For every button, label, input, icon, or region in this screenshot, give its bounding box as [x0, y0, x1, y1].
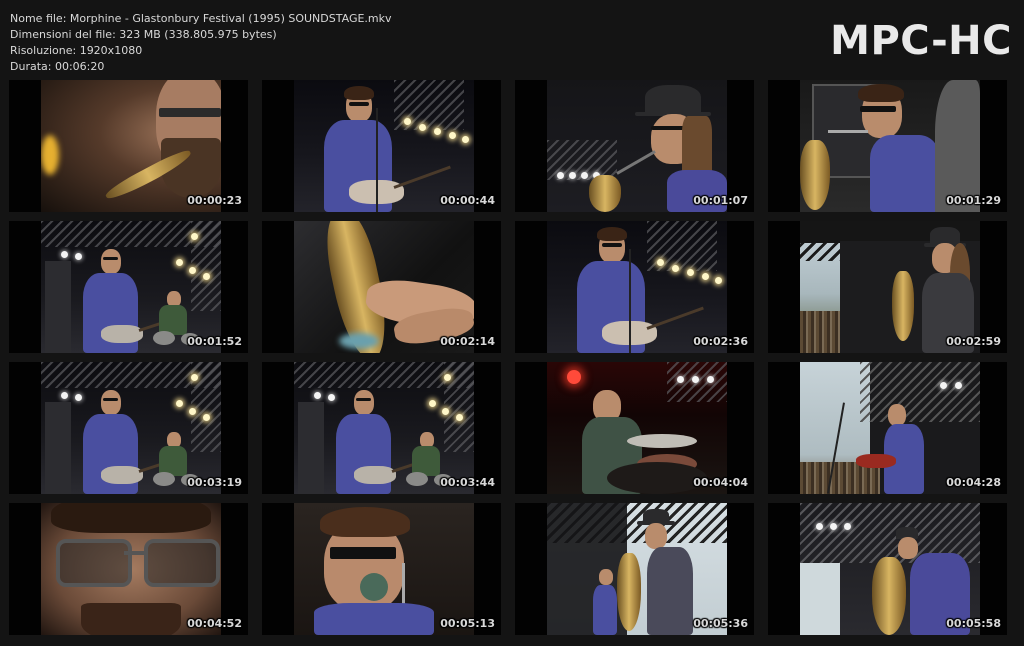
timestamp-label: 00:01:52 — [187, 335, 242, 348]
video-thumbnail: 00:04:28 — [768, 362, 1007, 494]
file-duration: Durata: 00:06:20 — [10, 60, 105, 73]
video-thumbnail: 00:04:04 — [515, 362, 754, 494]
timestamp-label: 00:05:58 — [946, 617, 1001, 630]
file-info: Nome file: Morphine - Glastonbury Festiv… — [10, 11, 392, 75]
timestamp-label: 00:03:19 — [187, 476, 242, 489]
video-thumbnail: 00:04:52 — [9, 503, 248, 635]
brand-logo: MPC-HC — [830, 18, 1012, 64]
video-frame — [800, 80, 980, 212]
video-frame — [41, 503, 221, 635]
timestamp-label: 00:01:29 — [946, 194, 1001, 207]
timestamp-label: 00:04:28 — [946, 476, 1001, 489]
video-frame — [294, 503, 474, 635]
video-thumbnail: 00:02:36 — [515, 221, 754, 353]
timestamp-label: 00:04:04 — [693, 476, 748, 489]
timestamp-label: 00:02:14 — [440, 335, 495, 348]
video-frame — [41, 362, 221, 494]
video-thumbnail: 00:05:36 — [515, 503, 754, 635]
thumbnail-grid: 00:00:23 00:00:44 00:01:07 00:01:29 00:0… — [9, 80, 1017, 635]
video-thumbnail: 00:00:44 — [262, 80, 501, 212]
video-frame — [800, 362, 980, 494]
timestamp-label: 00:02:59 — [946, 335, 1001, 348]
timestamp-label: 00:02:36 — [693, 335, 748, 348]
video-thumbnail: 00:05:13 — [262, 503, 501, 635]
timestamp-label: 00:00:23 — [187, 194, 242, 207]
timestamp-label: 00:00:44 — [440, 194, 495, 207]
video-thumbnail: 00:01:52 — [9, 221, 248, 353]
video-frame — [547, 503, 727, 635]
video-thumbnail: 00:02:59 — [768, 221, 1007, 353]
video-frame — [800, 503, 980, 635]
timestamp-label: 00:03:44 — [440, 476, 495, 489]
timestamp-label: 00:05:36 — [693, 617, 748, 630]
video-frame — [547, 80, 727, 212]
video-thumbnail: 00:01:29 — [768, 80, 1007, 212]
video-frame — [41, 221, 221, 353]
video-frame — [547, 221, 727, 353]
thumbnail-sheet: Nome file: Morphine - Glastonbury Festiv… — [0, 0, 1024, 646]
timestamp-label: 00:05:13 — [440, 617, 495, 630]
timestamp-label: 00:01:07 — [693, 194, 748, 207]
video-frame — [800, 221, 980, 353]
video-thumbnail: 00:05:58 — [768, 503, 1007, 635]
video-thumbnail: 00:03:19 — [9, 362, 248, 494]
file-size: Dimensioni del file: 323 MB (338.805.975… — [10, 28, 277, 41]
video-thumbnail: 00:01:07 — [515, 80, 754, 212]
file-resolution: Risoluzione: 1920x1080 — [10, 44, 143, 57]
video-thumbnail: 00:02:14 — [262, 221, 501, 353]
timestamp-label: 00:04:52 — [187, 617, 242, 630]
file-name: Nome file: Morphine - Glastonbury Festiv… — [10, 12, 392, 25]
video-thumbnail: 00:00:23 — [9, 80, 248, 212]
video-frame — [294, 221, 474, 353]
video-frame — [41, 80, 221, 212]
video-frame — [547, 362, 727, 494]
video-frame — [294, 362, 474, 494]
video-frame — [294, 80, 474, 212]
video-thumbnail: 00:03:44 — [262, 362, 501, 494]
